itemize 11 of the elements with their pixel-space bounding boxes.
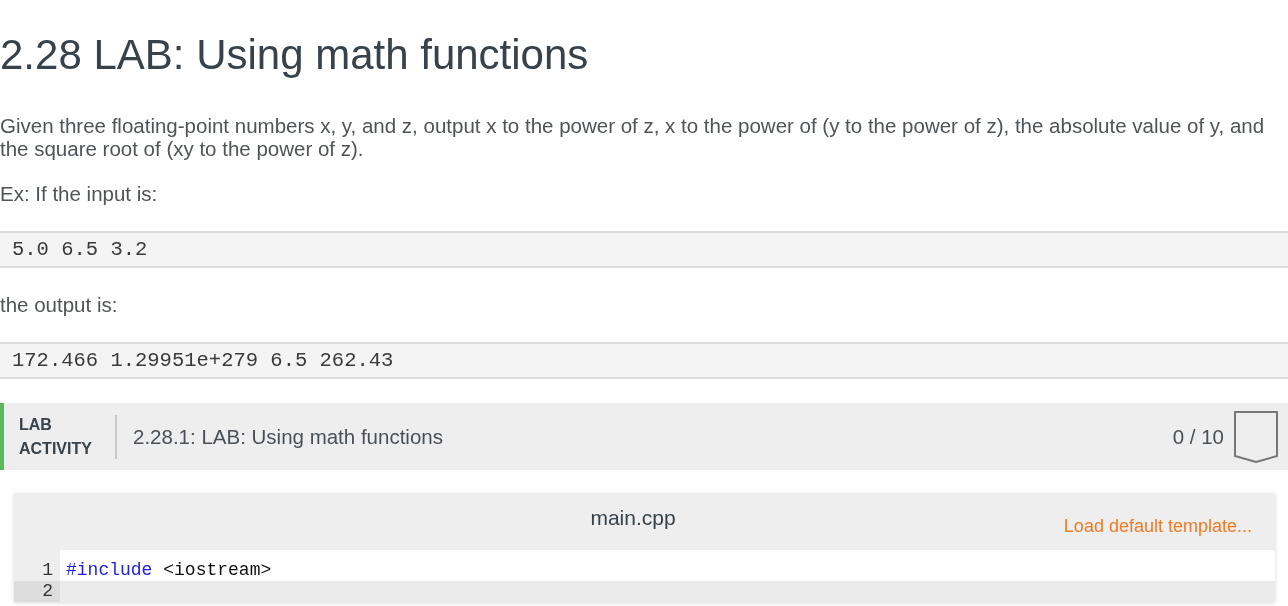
line-number: 2 (14, 581, 60, 602)
page-title: 2.28 LAB: Using math functions (0, 30, 589, 80)
output-intro-text: the output is: (0, 293, 118, 316)
lab-activity-label: LAB ACTIVITY (19, 414, 93, 459)
example-output-snippet: 172.466 1.29951e+279 6.5 262.43 (0, 342, 1288, 379)
problem-description: Given three floating-point numbers x, y, and z, output x to the power of z, x to the power of (y to the power of z), the absolute value of y, and the square root of (xy to the power of z). (0, 114, 1266, 160)
activity-title: 2.28.1: LAB: Using math functions (133, 424, 444, 449)
file-name: main.cpp (590, 505, 676, 530)
score-text: 0 / 10 (1172, 424, 1224, 449)
example-input-snippet: 5.0 6.5 3.2 (0, 231, 1288, 268)
example-intro-text: Ex: If the input is: (0, 182, 158, 205)
